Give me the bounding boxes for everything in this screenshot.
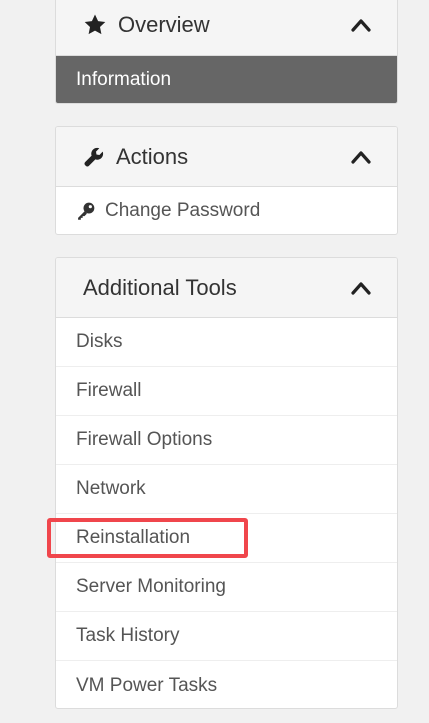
overview-title-label: Overview <box>118 12 210 37</box>
actions-panel-header[interactable]: Actions <box>56 127 397 187</box>
chevron-up-icon[interactable] <box>351 258 371 317</box>
sidebar-item-label: Information <box>76 69 172 90</box>
sidebar-item-reinstallation[interactable]: Reinstallation <box>56 514 397 563</box>
actions-title: Actions <box>83 127 188 186</box>
key-icon <box>76 201 96 221</box>
sidebar-item-firewall-options[interactable]: Firewall Options <box>56 416 397 465</box>
chevron-up-icon[interactable] <box>351 127 371 186</box>
overview-title: Overview <box>83 0 210 55</box>
sidebar-item-label: Task History <box>76 625 180 646</box>
additional-tools-panel-header[interactable]: Additional Tools <box>56 258 397 318</box>
sidebar-item-label: Firewall <box>76 380 142 401</box>
sidebar-item-label: Reinstallation <box>76 527 191 548</box>
sidebar-item-network[interactable]: Network <box>56 465 397 514</box>
star-icon <box>83 13 107 37</box>
sidebar-item-label: Change Password <box>105 200 261 221</box>
sidebar-item-vm-power-tasks[interactable]: VM Power Tasks <box>56 661 397 708</box>
sidebar-item-label: Server Monitoring <box>76 576 226 597</box>
additional-tools-panel: Additional Tools Disks Firewall Firewall… <box>55 257 398 709</box>
actions-panel: Actions Change Password <box>55 126 398 235</box>
sidebar-item-change-password[interactable]: Change Password <box>56 187 397 234</box>
sidebar-item-server-monitoring[interactable]: Server Monitoring <box>56 563 397 612</box>
sidebar-item-firewall[interactable]: Firewall <box>56 367 397 416</box>
sidebar-item-label: Network <box>76 478 146 499</box>
sidebar-item-task-history[interactable]: Task History <box>56 612 397 661</box>
actions-title-label: Actions <box>116 143 189 169</box>
additional-tools-title-label: Additional Tools <box>83 274 237 300</box>
additional-tools-title: Additional Tools <box>83 258 237 317</box>
sidebar-item-disks[interactable]: Disks <box>56 318 397 367</box>
chevron-up-icon[interactable] <box>351 0 371 55</box>
sidebar-item-information[interactable]: Information <box>56 56 397 103</box>
sidebar-item-label: Firewall Options <box>76 429 213 450</box>
overview-panel: Overview Information <box>55 0 398 104</box>
sidebar-item-label: Disks <box>76 331 123 352</box>
sidebar-item-label: VM Power Tasks <box>76 674 218 696</box>
overview-panel-header[interactable]: Overview <box>56 0 397 56</box>
wrench-icon <box>83 146 105 168</box>
